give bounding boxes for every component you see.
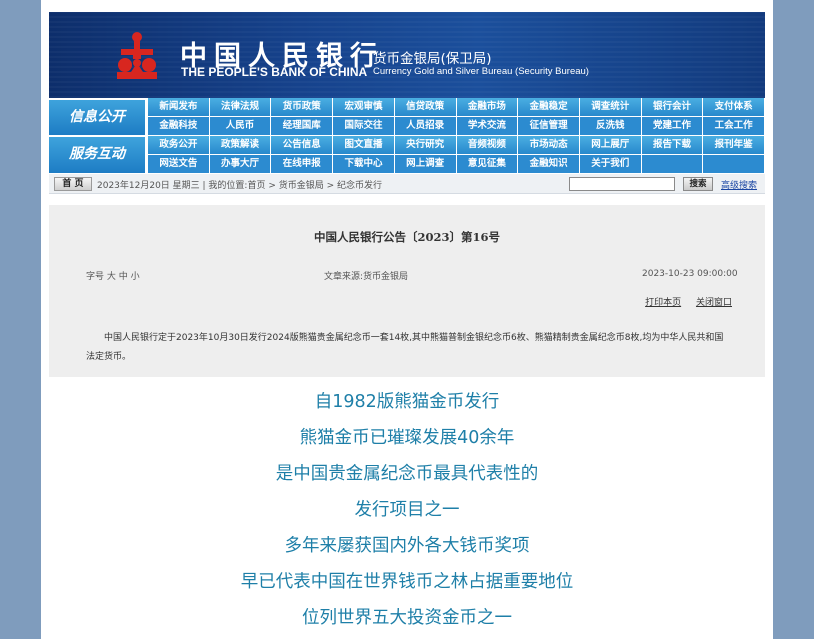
article-source: 文章来源:货币金银局 xyxy=(324,272,409,282)
advanced-search-link[interactable]: 高级搜索 xyxy=(721,178,757,191)
nav-item[interactable]: 反洗钱 xyxy=(579,117,641,135)
nav-item[interactable]: 人员招录 xyxy=(394,117,456,135)
nav-item[interactable]: 支付体系 xyxy=(703,98,765,116)
nav-item[interactable]: 市场动态 xyxy=(518,136,579,154)
nav-item[interactable]: 金融科技 xyxy=(148,117,209,135)
nav-item[interactable]: 新闻发布 xyxy=(148,98,209,116)
nav-item[interactable]: 调查统计 xyxy=(579,98,641,116)
nav-item xyxy=(641,155,703,173)
nav-item[interactable]: 下载中心 xyxy=(333,155,394,173)
nav-item[interactable]: 金融市场 xyxy=(456,98,518,116)
promo-line: 发行项目之一 xyxy=(354,500,460,520)
breadcrumb-bar: 首 页 2023年12月20日 星期三 | 我的位置:首页 > 货币金银局 > … xyxy=(49,174,765,194)
nav-item[interactable]: 报刊年鉴 xyxy=(703,136,765,154)
article-actions: 打印本页 关闭窗口 xyxy=(633,295,732,308)
nav-item[interactable]: 货币政策 xyxy=(271,98,333,116)
promo-text: 自1982版熊猫金币发行 熊猫金币已璀璨发展40余年 是中国贵金属纪念币最具代表… xyxy=(41,384,773,636)
nav-item[interactable]: 关于我们 xyxy=(579,155,641,173)
nav-item[interactable]: 意见征集 xyxy=(456,155,518,173)
article-date: 2023-10-23 09:00:00 xyxy=(642,269,738,279)
nav-row-2: 金融科技 人民币 经理国库 国际交往 人员招录 学术交流 征信管理 反洗钱 党建… xyxy=(148,117,765,135)
promo-line: 位列世界五大投资金币之一 xyxy=(302,608,512,628)
nav-item[interactable]: 政策解读 xyxy=(209,136,271,154)
nav-item[interactable]: 网送文告 xyxy=(148,155,209,173)
promo-line: 是中国贵金属纪念币最具代表性的 xyxy=(275,464,539,484)
nav-item[interactable]: 国际交往 xyxy=(333,117,394,135)
nav-item[interactable]: 央行研究 xyxy=(394,136,456,154)
nav-section-info: 信息公开 xyxy=(49,100,145,135)
nav-item[interactable]: 在线申报 xyxy=(271,155,333,173)
nav-item[interactable]: 金融稳定 xyxy=(518,98,579,116)
nav-item[interactable]: 人民币 xyxy=(209,117,271,135)
nav-item[interactable]: 图文直播 xyxy=(333,136,394,154)
nav-item[interactable]: 工会工作 xyxy=(703,117,765,135)
promo-line: 熊猫金币已璀璨发展40余年 xyxy=(299,428,515,448)
nav-item[interactable]: 党建工作 xyxy=(641,117,703,135)
nav-row-1: 新闻发布 法律法规 货币政策 宏观审慎 信贷政策 金融市场 金融稳定 调查统计 … xyxy=(148,98,765,116)
article-title: 中国人民银行公告〔2023〕第16号 xyxy=(313,230,500,244)
pboc-logo-icon[interactable] xyxy=(115,31,159,81)
search-button[interactable]: 搜索 xyxy=(683,177,713,191)
main-nav: 信息公开 服务互动 新闻发布 法律法规 货币政策 宏观审慎 信贷政策 金融市场 … xyxy=(49,98,765,174)
nav-item[interactable]: 金融知识 xyxy=(518,155,579,173)
nav-item[interactable]: 网上展厅 xyxy=(579,136,641,154)
page: 中国人民银行 THE PEOPLE'S BANK OF CHINA 货币金银局(… xyxy=(41,0,773,639)
bank-name-en: THE PEOPLE'S BANK OF CHINA xyxy=(181,65,368,79)
promo-line: 多年来屡获国内外各大钱币奖项 xyxy=(284,536,530,556)
promo-line: 自1982版熊猫金币发行 xyxy=(314,392,500,412)
nav-item[interactable]: 公告信息 xyxy=(271,136,333,154)
article-body: 中国人民银行定于2023年10月30日发行2024版熊猫贵金属纪念币一套14枚,… xyxy=(86,333,724,362)
nav-item[interactable]: 报告下载 xyxy=(641,136,703,154)
nav-item[interactable]: 征信管理 xyxy=(518,117,579,135)
article-panel: 中国人民银行公告〔2023〕第16号 字号 大 中 小 文章来源:货币金银局 2… xyxy=(49,205,765,377)
bureau-name-en: Currency Gold and Silver Bureau (Securit… xyxy=(373,66,589,77)
nav-item[interactable]: 音频视频 xyxy=(456,136,518,154)
nav-item[interactable]: 信贷政策 xyxy=(394,98,456,116)
breadcrumb: 2023年12月20日 星期三 | 我的位置:首页 > 货币金银局 > 纪念币发… xyxy=(97,181,382,191)
nav-item[interactable]: 宏观审慎 xyxy=(333,98,394,116)
nav-row-4: 网送文告 办事大厅 在线申报 下载中心 网上调查 意见征集 金融知识 关于我们 xyxy=(148,155,765,173)
nav-item[interactable]: 办事大厅 xyxy=(209,155,271,173)
close-window-link[interactable]: 关闭窗口 xyxy=(696,298,732,308)
nav-item[interactable]: 银行会计 xyxy=(641,98,703,116)
bureau-name-cn: 货币金银局(保卫局) xyxy=(373,51,492,67)
search-input[interactable] xyxy=(569,177,675,191)
nav-item[interactable]: 学术交流 xyxy=(456,117,518,135)
print-link[interactable]: 打印本页 xyxy=(645,298,681,308)
nav-item[interactable]: 经理国库 xyxy=(271,117,333,135)
home-button[interactable]: 首 页 xyxy=(54,177,92,191)
promo-line: 早已代表中国在世界钱币之林占据重要地位 xyxy=(240,572,574,592)
font-size-control[interactable]: 字号 大 中 小 xyxy=(86,269,140,282)
nav-item xyxy=(703,155,765,173)
nav-item[interactable]: 网上调查 xyxy=(394,155,456,173)
nav-item[interactable]: 政务公开 xyxy=(148,136,209,154)
nav-section-service: 服务互动 xyxy=(49,137,145,173)
site-frame: 中国人民银行 THE PEOPLE'S BANK OF CHINA 货币金银局(… xyxy=(49,12,765,377)
nav-item[interactable]: 法律法规 xyxy=(209,98,271,116)
nav-row-3: 政务公开 政策解读 公告信息 图文直播 央行研究 音频视频 市场动态 网上展厅 … xyxy=(148,136,765,154)
site-banner: 中国人民银行 THE PEOPLE'S BANK OF CHINA 货币金银局(… xyxy=(49,12,765,98)
